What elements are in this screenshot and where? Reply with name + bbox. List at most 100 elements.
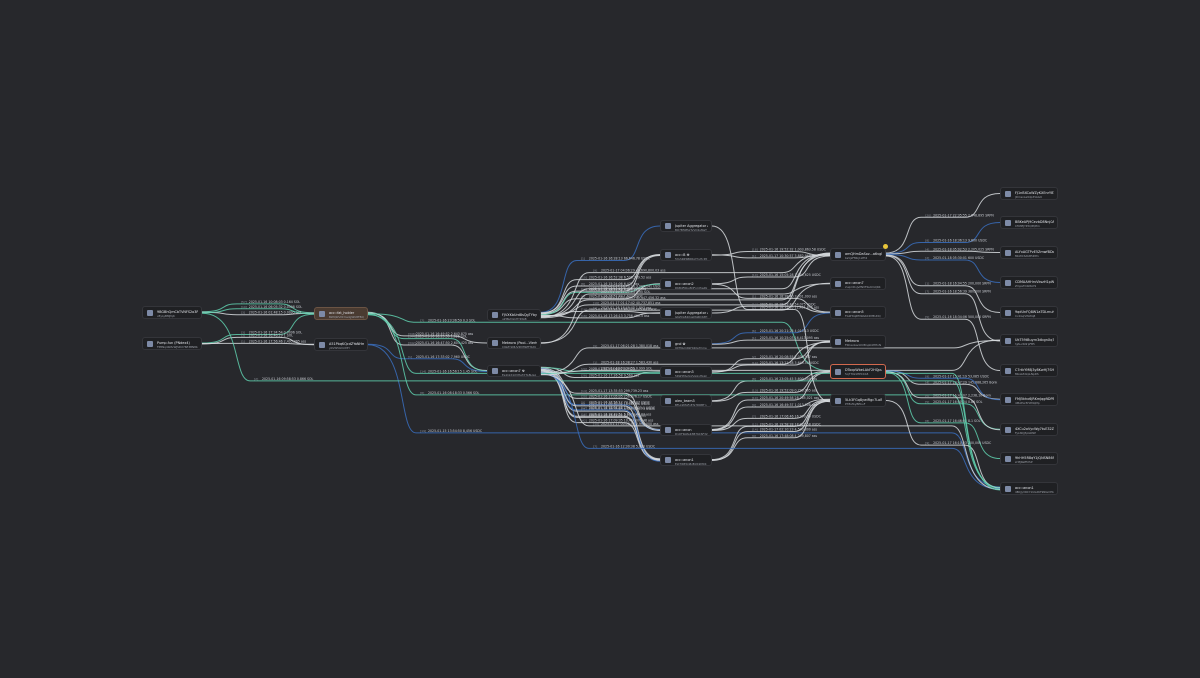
edge-tag: [2] <box>752 305 756 309</box>
graph-node[interactable]: acc::anon2DKBdF6bu5DFnrdhwPqaVHGmKdbVAgK… <box>660 278 712 290</box>
edge-tag: [1] <box>752 336 756 340</box>
graph-node[interactable]: FMJ5khx6jRKmJqgftDPBRnd2TtVMYydQS4U94MAt… <box>1000 393 1058 406</box>
graph-node[interactable]: acc::anon35bW5Mv2pVyJzqyHpzz7bSkwYtHuqq1… <box>660 366 712 378</box>
node-address: 4BCJyVRCY1UG2KT9NGmEbjbQN7jEbFz3Z2BRqRPE… <box>1015 491 1054 494</box>
edge-label: 2025-01-16 08:18:33 0.566 SOL <box>428 391 480 395</box>
graph-node[interactable]: MeteoraFKCavzavzUXBnpK4HHnNbmnBvgxdYDMVp… <box>830 335 886 348</box>
graph-node[interactable]: acc::anon1ELt7JREXnBzBUXkMCKSkFmsCwTYKS4… <box>660 454 712 466</box>
edge-tag: [5] <box>925 400 929 404</box>
graph-node[interactable]: A51PbqKQcdZYaNHmoU9ryBAgKKHrfgjybVW54mCf… <box>314 338 368 351</box>
edge-label: 2025-01-16 18:56:39 380,000 SRPN <box>933 290 991 294</box>
edge-label: 2025-01-16 16:52:38 6,596,389.52 ass <box>589 276 652 280</box>
node-title: amQHmDaSoz...a6vgNkgJHMpoYqTsEmbP <box>845 252 882 256</box>
wallet-icon <box>1005 309 1011 316</box>
edge-tag: [10] <box>752 396 758 400</box>
edge-tag: [7] <box>925 290 929 294</box>
graph-node[interactable]: 9qdUnFQ8W1aTDLmuhm4SRGWtt3Qk9G7gBoCx1GqV… <box>1000 306 1058 319</box>
wallet-icon <box>492 312 498 318</box>
edge-tag: [16] <box>593 301 599 305</box>
graph-node[interactable]: Jupiter Aggregator Authority 1...GKZXp84… <box>660 307 712 319</box>
graph-node[interactable]: amQHmDaSoz...a6vgNkgJHMpoYqTsEmbPbsVjzFM… <box>830 248 886 261</box>
graph-node[interactable]: acc::anon14BCJyVRCY1UG2KT9NGmEbjbQN7jEbF… <box>1000 482 1058 495</box>
edge-tag: [8] <box>925 239 929 243</box>
edge-tag: [8] <box>925 419 929 423</box>
graph-canvas[interactable]: [57] 2025-01-16 10:08:03 0.164 SOL [3] 2025… <box>0 0 1200 678</box>
wallet-icon <box>1005 455 1011 462</box>
graph-node[interactable]: acc::anonD1QFRgPeK3B7KCSF32GkYxyJ3FcEXbZ… <box>660 424 712 436</box>
graph-node[interactable]: UkT59tBuyrn3dbgnXq7qkjAhP7ZEPYfXSAhJALxS… <box>1000 334 1058 347</box>
graph-node[interactable]: Meteora (Pool...Vlerhsnlb)C9zZYkNUV4MHWf… <box>487 337 541 349</box>
edge-label: 2025-01-18 05:30:01 600 USDC <box>933 256 985 260</box>
edge-label: 2025-01-16 18:34:06 500,000 SRPN <box>933 315 991 319</box>
transfer-edge[interactable] <box>885 255 1001 342</box>
wallet-icon <box>1005 337 1011 344</box>
edge-label: 2025-01-18 16:04:55 200,000 SRPN <box>933 282 991 286</box>
node-address: FP8Nq4bMvWJSDX76E3BN8bKGzdYje7Pz8 DSGJ4b… <box>157 346 198 349</box>
graph-node[interactable]: Pump.fun (PNdex4)FP8Nq4bMvWJSDX76E3BN8bK… <box>142 337 202 350</box>
graph-node[interactable]: ALYxAGTPvE5ZmwfBDoAAbAu9Wwb5rtFG2MkWCSdb… <box>1000 246 1058 259</box>
graph-node[interactable]: FJVXKbUrd8sQgTYbyRBjsLnaTn2vB6HKqnuZtNyD… <box>487 309 541 321</box>
edge-label: 2025-01-17 16:46:02 8.1 SOL <box>933 419 980 423</box>
wallet-icon <box>835 309 841 316</box>
wallet-icon <box>1005 219 1011 226</box>
transfer-edge[interactable] <box>711 225 831 403</box>
graph-node[interactable]: acc::B ☢5YuSRZSBRRgYhyHcPXBSgNVZfF6Rwm68… <box>660 249 712 261</box>
edge-tag: [8] <box>420 391 424 395</box>
transfer-edge[interactable] <box>885 193 1001 254</box>
edge-label: 2025-01-16 16:49:37 1,013,008 ass <box>760 403 818 407</box>
edge-tag: [18] <box>581 412 587 416</box>
transfer-edge[interactable] <box>711 255 831 285</box>
edge-tag: [1] <box>752 294 756 298</box>
edge-tag: [8] <box>581 282 585 286</box>
graph-node[interactable]: alex_team3BFLk2MgFxEhj7DRBTn9uRcGX8TXhKz… <box>660 395 712 407</box>
edge-tag: [10] <box>241 305 247 309</box>
node-address: DKBdF6bu5DFnrdhwPqaVHGmKdbVAgKqaV NQBkVQ… <box>675 287 708 290</box>
edge-label: 2025-01-16 09:58:53 0.866 SOL <box>262 377 314 381</box>
edge-tag: [20] <box>925 213 931 217</box>
edge-label: 2025-01-16 17:05:05 256,976.17 USDC <box>589 394 653 398</box>
edge-label: 2025-01-16 23:36:59 0.3 SOL <box>428 318 475 322</box>
wallet-icon <box>835 280 841 287</box>
edge-label: 2025-01-16 18:49:51 5,623,147.03 ass <box>589 412 652 416</box>
edge-tag: [8] <box>593 366 597 370</box>
transfer-edge[interactable] <box>885 250 1001 255</box>
node-title: acc::anon1 <box>1015 486 1034 490</box>
graph-node[interactable]: 9BGBhQmCbTVNFS2o3PYqnRcAFbqsAR9nvEyLyBMJ… <box>142 306 202 319</box>
node-address: bsVjzFMbj1LfH4 <box>845 257 868 260</box>
node-address: 5q7T9z1HPCXA5 <box>845 373 869 376</box>
graph-node[interactable]: C7rtkYM8J3y8KwHj7SHr2xCgtrqtWmBpGDMbskZd… <box>1000 364 1058 377</box>
edge-label: 2025-01-17 22:35:55 2,848,895 SRPN <box>933 213 994 217</box>
graph-node[interactable]: acc::anon72uqmDvJvPNVFKu6mQR47xLpyzQuHyK… <box>830 277 886 290</box>
node-title: acc::B ☢ <box>675 253 690 257</box>
graph-node[interactable]: DToxpWbeLAkF2HQpuo9Ss8SBWJy9W155q7T9z1HP… <box>830 364 886 379</box>
node-title: BBKeAPJ9CevbD8Nnj0Ag8oRMk77Ab9U <box>1015 220 1054 224</box>
wallet-icon <box>147 340 153 347</box>
graph-node[interactable]: 9hHH5R8qY1jQNSN86SDWKF2WxeTFYmqENzrMJRef… <box>1000 452 1058 465</box>
graph-node[interactable]: 4XCu2oVycWg7tuE32Zr5hpYB5snvCmpWFyLNQJ3p… <box>1000 423 1058 436</box>
graph-node[interactable]: Jupiter Aggregator Authority...BQ7BfjMSx… <box>660 220 712 232</box>
graph-node[interactable]: CDMAAHHrvVkszH1pWDi19FHnmVS5wxGQZmjoZ3dk… <box>1000 276 1058 289</box>
graph-node[interactable]: grol ✿9XTNuCjRkHj4Xe7hmeLbGdR1f3nMa1aaPZ… <box>660 338 712 350</box>
node-address: D1QFRgPeK3B7KCSF32GkYxyJ3FcEXbZ3GD Tp8aH… <box>675 433 708 436</box>
node-title: grol ✿ <box>675 342 686 346</box>
edge-tag: [18] <box>581 314 587 318</box>
transfer-edge[interactable] <box>201 342 315 345</box>
edge-label: 2025-01-17 00:08:50 2,998,000 ass <box>601 422 659 426</box>
node-title: FJ1nBXCoWZyKXEnrYBTQr8Y9M27A8nsY <box>1015 191 1054 195</box>
graph-node[interactable]: acc::fat_holderBWQWvMrmsdgWU8FBQ7wnc3fG4… <box>314 307 368 320</box>
edge-tag: [6] <box>752 329 756 333</box>
graph-node[interactable]: acc::anon7 ☢Ee1JjkX1XVHeTdTLBLGAVb1w9YeM… <box>487 365 541 377</box>
transfer-edge[interactable] <box>885 255 1001 371</box>
graph-node[interactable]: FJ1nBXCoWZyKXEnrYBTQr8Y9M27A8nsYJDmsxLa9… <box>1000 187 1058 200</box>
graph-node[interactable]: BBKeAPJ9CevbD8Nnj0Ag8oRMk77Ab9UCf93EJYPX… <box>1000 216 1058 229</box>
edge-label: 2025-01-16 19:52:32 1,003,863.58 USDC <box>760 248 827 252</box>
node-address: Cx1GqVWWq8 <box>1015 315 1036 318</box>
node-title: acc::anon2 <box>675 282 694 286</box>
edge-tag: [10] <box>752 273 758 277</box>
node-title: Pump.fun (PNdex4) <box>157 341 190 345</box>
graph-node[interactable]: 5Lk3FGq8ywiRgc7LoBkMrqd4Z3MHZnHHP7BxfbyB… <box>830 394 886 407</box>
node-address: 2uqmDvJvPNVFKu6mQR47xLpyzQuHyKZ Br7n3NdC… <box>845 286 881 289</box>
graph-node[interactable]: acc::anon5FG9Htq6fMWa6XDYBUDQXkxPp9Wfu2Q… <box>830 306 886 319</box>
node-address: uZtNyDxkHYRtpB <box>502 318 527 321</box>
edge-label: 2025-01-16 17:26:13 3,756,460.5 ass <box>589 314 650 318</box>
